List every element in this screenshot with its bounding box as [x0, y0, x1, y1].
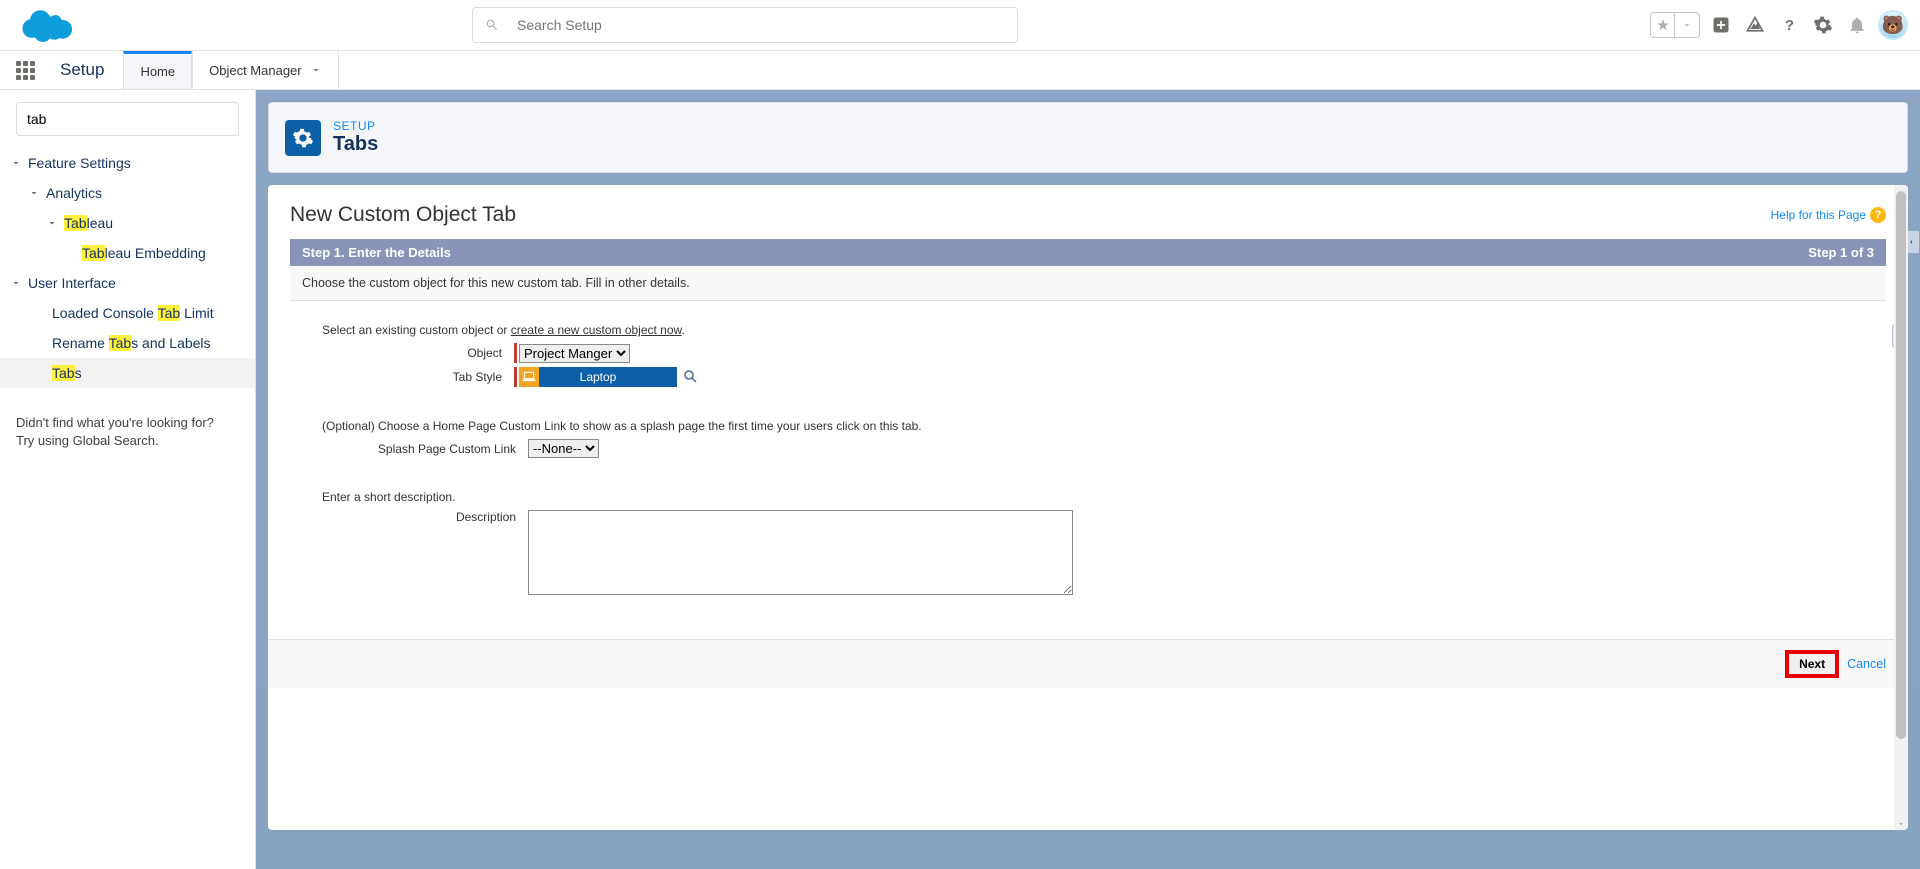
tree-tabs[interactable]: Tabs [0, 358, 255, 388]
splash-select[interactable]: --None-- [528, 439, 599, 458]
tree-label: Rename Tabs and Labels [52, 335, 211, 351]
required-indicator [514, 367, 517, 387]
help-icon[interactable]: ? [1776, 12, 1802, 38]
tree-label: Loaded Console Tab Limit [52, 305, 214, 321]
quick-find-input[interactable] [16, 102, 239, 136]
trailhead-icon[interactable] [1742, 12, 1768, 38]
bell-icon[interactable] [1844, 12, 1870, 38]
tree-loaded-console-tab-limit[interactable]: Loaded Console Tab Limit [0, 298, 255, 328]
header-utility-icons: ? 🐻 [1650, 10, 1908, 40]
tree-tableau[interactable]: Tableau [0, 208, 255, 238]
object-select[interactable]: Project Manger [519, 344, 630, 363]
tree-label: Tableau Embedding [82, 245, 206, 261]
form-footer: Next Cancel [268, 639, 1908, 688]
tree-rename-tabs-labels[interactable]: Rename Tabs and Labels [0, 328, 255, 358]
app-launcher[interactable] [0, 51, 50, 89]
chevron-down-icon[interactable] [1675, 13, 1699, 37]
help-link[interactable]: Help for this Page ? [1771, 207, 1886, 223]
tree-label: Analytics [46, 185, 102, 201]
next-button[interactable]: Next [1785, 650, 1839, 678]
page-header: SETUP Tabs [268, 102, 1908, 173]
help-icon: ? [1870, 207, 1886, 223]
chevron-down-icon [10, 277, 22, 289]
svg-text:?: ? [1785, 17, 1794, 34]
global-search-input[interactable] [517, 17, 1005, 33]
scrollbar-thumb[interactable] [1896, 191, 1906, 739]
tab-object-manager-label: Object Manager [209, 63, 302, 78]
gear-icon[interactable] [1810, 12, 1836, 38]
breadcrumb: SETUP [333, 119, 378, 133]
gear-icon [285, 120, 321, 156]
form-card: New Custom Object Tab Help for this Page… [268, 185, 1908, 830]
required-indicator [514, 343, 517, 363]
step-description: Choose the custom object for this new cu… [290, 266, 1886, 301]
chevron-down-icon[interactable] [1897, 820, 1905, 828]
chevron-down-icon [310, 64, 322, 76]
tabstyle-field[interactable]: Laptop [519, 367, 677, 387]
global-header: ? 🐻 [0, 0, 1920, 51]
tab-object-manager[interactable]: Object Manager [192, 51, 339, 89]
object-intro: Select an existing custom object or crea… [322, 323, 1854, 337]
setup-tree-sidebar: Feature Settings Analytics Tableau Table… [0, 90, 256, 869]
search-icon [485, 18, 499, 32]
object-label: Object [322, 346, 514, 360]
lookup-icon[interactable] [683, 369, 699, 385]
step-header: Step 1. Enter the Details Step 1 of 3 [290, 239, 1886, 266]
chevron-down-icon [10, 157, 22, 169]
tree-feature-settings[interactable]: Feature Settings [0, 148, 255, 178]
tree-tableau-embedding[interactable]: Tableau Embedding [0, 238, 255, 268]
salesforce-logo[interactable] [20, 7, 72, 43]
context-nav-bar: Setup Home Object Manager [0, 51, 1920, 90]
desc-label: Description [322, 510, 528, 524]
content-area: SETUP Tabs New Custom Object Tab Help fo… [256, 90, 1920, 869]
tree-label: Tableau [64, 215, 113, 231]
tab-home[interactable]: Home [123, 51, 192, 89]
tree-label: Feature Settings [28, 155, 131, 171]
tree-user-interface[interactable]: User Interface [0, 268, 255, 298]
sidebar-footer-hint: Didn't find what you're looking for? Try… [0, 388, 255, 476]
splash-intro: (Optional) Choose a Home Page Custom Lin… [322, 419, 1854, 433]
favorites-combo[interactable] [1650, 12, 1700, 38]
cancel-link[interactable]: Cancel [1847, 657, 1886, 671]
desc-intro: Enter a short description. [322, 490, 1854, 504]
form-title: New Custom Object Tab [290, 203, 516, 227]
create-object-link[interactable]: create a new custom object now [511, 323, 682, 337]
tabstyle-label: Tab Style [322, 370, 514, 384]
page-title: Tabs [333, 133, 378, 156]
tree-analytics[interactable]: Analytics [0, 178, 255, 208]
avatar[interactable]: 🐻 [1878, 10, 1908, 40]
tree-label: Tabs [52, 365, 82, 381]
star-icon[interactable] [1651, 13, 1675, 37]
global-search[interactable] [472, 7, 1018, 43]
tree-label: User Interface [28, 275, 116, 291]
chevron-down-icon [28, 187, 40, 199]
description-textarea[interactable] [528, 510, 1073, 595]
app-name: Setup [50, 51, 124, 89]
splash-label: Splash Page Custom Link [322, 442, 528, 456]
add-icon[interactable] [1708, 12, 1734, 38]
chevron-down-icon [46, 217, 58, 229]
scrollbar-track[interactable] [1894, 185, 1908, 830]
laptop-icon [519, 367, 539, 387]
